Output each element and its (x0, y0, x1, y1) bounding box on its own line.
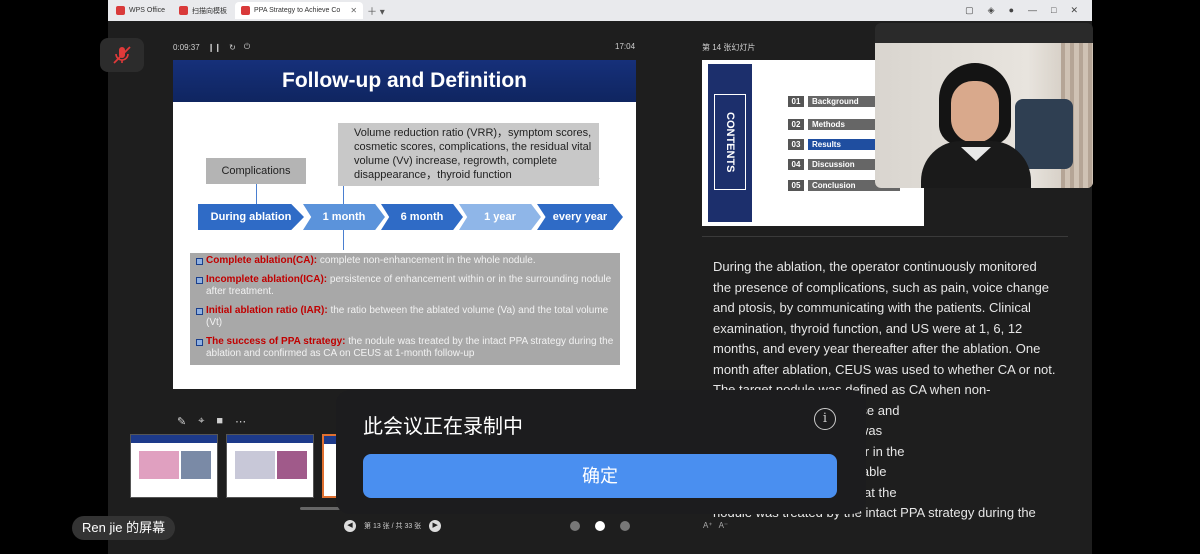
presentation-icon (241, 6, 251, 15)
definitions-box: Complete ablation(CA): complete non-enha… (190, 253, 620, 365)
recording-dialog: 此会议正在录制中 i 确定 (336, 390, 866, 514)
font-size-controls: A⁺ A⁻ (703, 521, 728, 530)
complications-box: Complications (206, 158, 306, 184)
elapsed-time: 0:09:37 (173, 42, 200, 52)
slide-pager: ◀ 第 13 张 / 共 33 张 ▶ (344, 520, 442, 532)
extension-icon[interactable]: ◈ (988, 5, 995, 16)
confirm-button[interactable]: 确定 (363, 454, 837, 498)
zoom-icon[interactable]: ⌖ (198, 415, 204, 428)
bullet-icon (196, 277, 203, 284)
new-tab-icon[interactable]: ＋ ▾ (367, 3, 385, 18)
window-controls: ▢ ◈ ● — □ ✕ (965, 5, 1092, 16)
browser-tab-bar: WPS Office 扫描向模板 PPA Strategy to Achieve… (108, 0, 1092, 21)
divider (702, 236, 1068, 237)
bullet-icon (196, 339, 203, 346)
timeline-step: every year (537, 204, 623, 230)
browser-tab[interactable]: WPS Office (110, 2, 171, 19)
slide-thumbnail[interactable] (130, 434, 218, 498)
definition-term: Complete ablation(CA): (206, 255, 318, 266)
minimize-icon[interactable]: — (1028, 5, 1037, 16)
page-dot[interactable] (620, 521, 630, 531)
definition-item: The success of PPA strategy: the nodule … (196, 336, 616, 360)
next-slide-label: 第 14 张幻灯片 (702, 43, 756, 52)
pause-icon[interactable]: ❙❙ (208, 43, 221, 52)
definition-term: The success of PPA strategy: (206, 336, 346, 347)
slide-title: Follow-up and Definition (173, 60, 636, 102)
definition-item: Initial ablation ratio (IAR): the ratio … (196, 305, 616, 329)
screen-share-label: Ren jie 的屏幕 (72, 516, 176, 540)
timeline-step: During ablation (198, 204, 304, 230)
mic-muted-icon (113, 46, 131, 64)
contents-banner: CONTENTS (714, 94, 746, 190)
contents-number: 04 (788, 159, 804, 170)
close-icon[interactable]: ✕ (1070, 5, 1078, 16)
page-dot[interactable] (570, 521, 580, 531)
participant-video (875, 23, 1093, 188)
definition-item: Complete ablation(CA): complete non-enha… (196, 255, 616, 267)
info-icon[interactable]: i (814, 408, 836, 430)
reset-icon[interactable]: ↻ (229, 43, 236, 52)
screen-share-view: WPS Office 扫描向模板 PPA Strategy to Achieve… (0, 0, 1200, 554)
page-dot-active[interactable] (595, 521, 605, 531)
browser-tab[interactable]: 扫描向模板 (173, 2, 233, 19)
browser-tab-active[interactable]: PPA Strategy to Achieve Co ✕ (235, 2, 364, 19)
person-face (951, 81, 999, 143)
pen-icon[interactable]: ✎ (177, 415, 186, 428)
connector-line (256, 184, 257, 204)
page-dots (570, 521, 630, 531)
timeline-step: 1 year (459, 204, 541, 230)
tab-label: WPS Office (129, 7, 166, 14)
contents-number: 02 (788, 119, 804, 130)
contents-number: 05 (788, 180, 804, 191)
annotation-toolbar: ✎ ⌖ ■ ⋯ (177, 415, 246, 428)
mute-button[interactable] (100, 38, 144, 72)
connector-line (343, 186, 344, 204)
callout-tail (584, 178, 600, 186)
restore-icon[interactable]: ▢ (965, 5, 974, 16)
dialog-title: 此会议正在录制中 (363, 416, 523, 438)
font-increase-button[interactable]: A⁺ (703, 521, 713, 530)
follow-up-callout: Volume reduction ratio (VRR)，symptom sco… (338, 123, 599, 186)
bullet-icon (196, 308, 203, 315)
more-icon[interactable]: ⋯ (235, 415, 246, 428)
previous-slide-icon[interactable]: ◀ (344, 520, 356, 532)
contents-number: 03 (788, 139, 804, 150)
contents-number: 01 (788, 96, 804, 107)
page-indicator: 第 13 张 / 共 33 张 (364, 523, 422, 530)
definition-term: Initial ablation ratio (IAR): (206, 305, 328, 316)
video-icon[interactable]: ■ (216, 415, 223, 428)
definition-text: complete non-enhancement in the whole no… (317, 255, 536, 266)
power-icon[interactable]: ⏻ (244, 42, 250, 52)
wps-icon (116, 6, 125, 15)
definition-item: Incomplete ablation(ICA): persistence of… (196, 274, 616, 298)
thumbnail-scrollbar[interactable] (300, 507, 340, 510)
font-decrease-button[interactable]: A⁻ (719, 521, 729, 530)
presentation-timer: 0:09:37 ❙❙ ↻ ⏻ (173, 42, 250, 52)
close-tab-icon[interactable]: ✕ (350, 6, 357, 15)
next-slide-icon[interactable]: ▶ (429, 520, 442, 532)
connector-line (343, 230, 344, 250)
clock: 17:04 (615, 42, 636, 51)
slide-thumbnails (130, 434, 342, 498)
definition-term: Incomplete ablation(ICA): (206, 274, 328, 285)
document-icon (179, 6, 189, 15)
timeline-step: 6 month (381, 204, 463, 230)
maximize-icon[interactable]: □ (1051, 5, 1056, 16)
avatar-icon[interactable]: ● (1009, 5, 1014, 16)
tab-label: PPA Strategy to Achieve Co (254, 7, 341, 14)
timeline-step: 1 month (303, 204, 385, 230)
bullet-icon (196, 258, 203, 265)
slide-thumbnail[interactable] (226, 434, 314, 498)
tab-label: 扫描向模板 (192, 7, 228, 15)
